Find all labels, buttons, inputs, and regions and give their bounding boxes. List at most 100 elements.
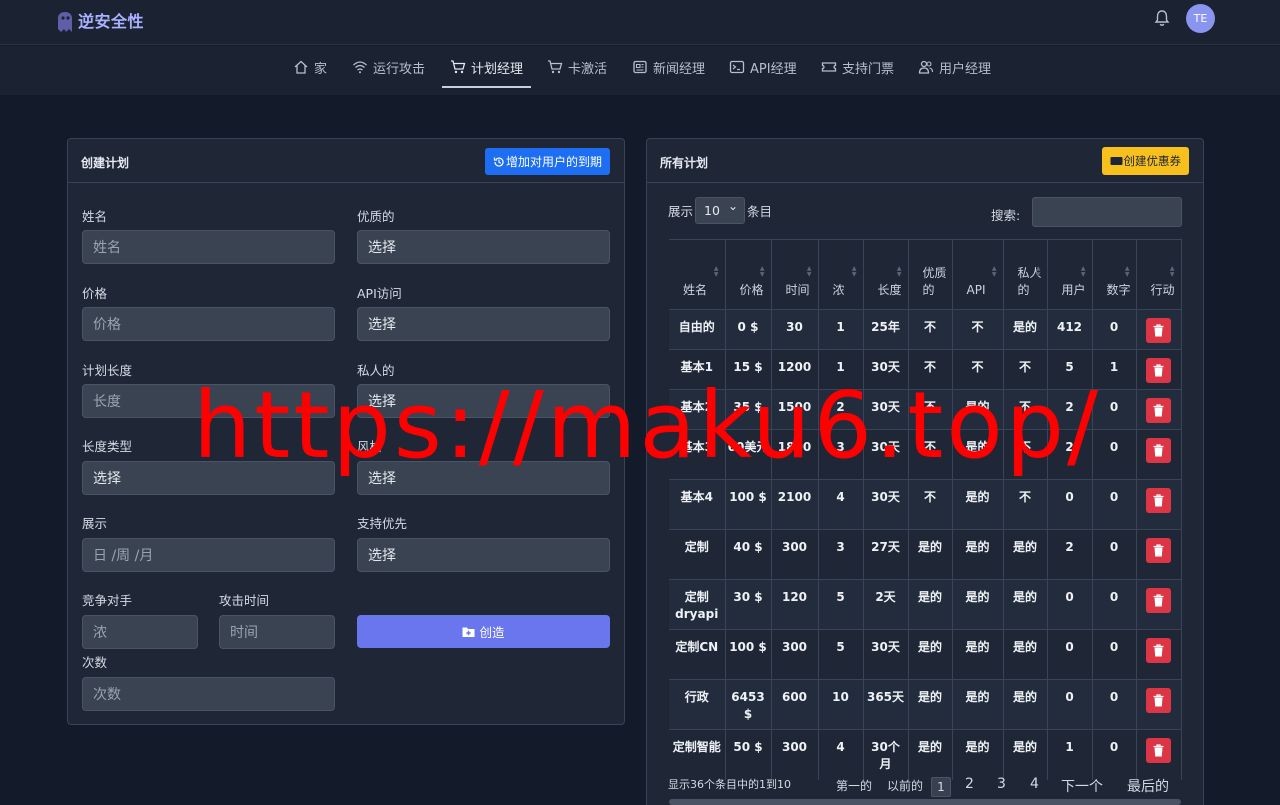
table-cell: 4: [818, 729, 864, 780]
name-input[interactable]: 姓名: [82, 230, 335, 264]
nav-item-label: 卡激活: [568, 61, 608, 77]
create-coupon-button[interactable]: 创建优惠券: [1101, 147, 1189, 175]
page-1-button[interactable]: 1: [931, 777, 951, 797]
column-header[interactable]: 数字 ▲ ▼: [1092, 239, 1137, 310]
table-cell: 50 $: [725, 729, 772, 780]
table-cell: 是的: [908, 729, 953, 780]
column-header[interactable]: 用户 ▲ ▼: [1047, 239, 1093, 310]
page-previous-button[interactable]: 以前的: [887, 777, 923, 794]
delete-plan-button[interactable]: [1146, 738, 1171, 763]
table-cell: 2: [818, 389, 864, 430]
column-header[interactable]: 行动 ▲ ▼: [1136, 239, 1182, 310]
nav-item-news-manager[interactable]: 新闻经理: [632, 46, 705, 88]
price-label: 价格: [82, 286, 108, 301]
horizontal-scrollbar[interactable]: [669, 799, 1181, 805]
delete-plan-button[interactable]: [1146, 688, 1171, 713]
delete-plan-button[interactable]: [1146, 318, 1171, 343]
plan-length-input[interactable]: 长度: [82, 384, 335, 418]
times-input[interactable]: 次数: [82, 677, 335, 711]
table-row: 基本1 15 $1200 1 30天不不不 5 1: [669, 349, 1182, 390]
table-cell: 是的: [952, 679, 1004, 730]
entries-length-select[interactable]: 10: [695, 197, 746, 224]
delete-plan-button[interactable]: [1146, 588, 1171, 613]
concurrent-label: 竞争对手: [82, 593, 133, 608]
style-label: 风格: [357, 439, 383, 454]
attack-time-input[interactable]: 时间: [219, 615, 335, 649]
table-cell: 0: [1047, 579, 1093, 630]
delete-plan-button[interactable]: [1146, 358, 1171, 383]
table-cell: 1: [818, 309, 864, 350]
table-cell: 1200: [771, 349, 819, 390]
premium-select[interactable]: 选择: [357, 230, 610, 264]
table-cell: 基本4: [669, 479, 726, 530]
private-select[interactable]: 选择: [357, 384, 610, 418]
brand[interactable]: 逆安全性: [56, 6, 144, 34]
table-cell: 300: [771, 729, 819, 780]
delete-plan-button[interactable]: [1146, 438, 1171, 463]
column-header[interactable]: 价格 ▲ ▼: [725, 239, 772, 310]
table-cell: 1500: [771, 389, 819, 430]
delete-plan-button[interactable]: [1146, 538, 1171, 563]
nav-item-user-manager[interactable]: 用户经理: [918, 46, 991, 88]
table-cell: 10: [818, 679, 864, 730]
column-header[interactable]: 优质的 ▲ ▼: [908, 239, 953, 310]
table-cell: 30个月: [863, 729, 909, 780]
bell-icon[interactable]: [1153, 9, 1171, 27]
delete-plan-button[interactable]: [1146, 398, 1171, 423]
table-cell: 定制dryapi: [669, 579, 726, 630]
page-3-button[interactable]: 3: [997, 776, 1006, 792]
newspaper-icon: [633, 60, 647, 74]
nav-item-card-activation[interactable]: 卡激活: [547, 46, 607, 88]
table-cell: 5: [818, 629, 864, 680]
nav-item-home[interactable]: 家: [293, 46, 327, 88]
price-input[interactable]: 价格: [82, 307, 335, 341]
table-cell: 1: [1047, 729, 1093, 780]
trash-icon: [1153, 364, 1164, 377]
show-input[interactable]: 日 /周 /月: [82, 538, 335, 572]
column-header[interactable]: 私人的 ▲ ▼: [1003, 239, 1048, 310]
concurrent-input[interactable]: 浓: [82, 615, 198, 649]
style-select[interactable]: 选择: [357, 461, 610, 495]
table-row: 基本4 100 $2100 4 30天不是的不 0 0: [669, 479, 1182, 530]
table-cell: 5: [818, 579, 864, 630]
create-button[interactable]: 创造: [357, 615, 610, 648]
page-last-button[interactable]: 最后的: [1127, 776, 1169, 796]
table-cell: 0: [1092, 429, 1137, 480]
column-header[interactable]: 姓名 ▲ ▼: [669, 239, 726, 310]
support-priority-select[interactable]: 选择: [357, 538, 610, 572]
column-header[interactable]: 长度 ▲ ▼: [863, 239, 909, 310]
column-header[interactable]: 浓 ▲ ▼: [818, 239, 864, 310]
table-cell: 100 $: [725, 629, 772, 680]
length-type-select[interactable]: 选择: [82, 461, 335, 495]
nav-item-label: 用户经理: [939, 61, 992, 77]
nav-item-api-manager[interactable]: API经理: [729, 46, 797, 88]
table-cell: 0 $: [725, 309, 772, 350]
column-header[interactable]: API ▲ ▼: [952, 239, 1004, 310]
search-input[interactable]: [1032, 197, 1182, 227]
table-cell: 不: [908, 429, 953, 480]
nav-item-plan-manager[interactable]: 计划经理: [441, 46, 532, 88]
table-cell: 0: [1092, 529, 1137, 580]
action-cell: [1136, 729, 1182, 780]
brand-name: 逆安全性: [78, 12, 145, 31]
nav-item-support-tickets[interactable]: 支持门票: [821, 46, 894, 88]
table-cell: 不: [1003, 429, 1048, 480]
table-cell: 是的: [952, 729, 1004, 780]
extend-expiry-button[interactable]: 增加对用户的到期: [484, 148, 610, 175]
api-access-select[interactable]: 选择: [357, 307, 610, 341]
delete-plan-button[interactable]: [1146, 638, 1171, 663]
table-cell: 2天: [863, 579, 909, 630]
avatar[interactable]: TE: [1186, 4, 1215, 33]
folder-plus-icon: [462, 627, 475, 637]
attack-time-label: 攻击时间: [219, 593, 270, 608]
page-2-button[interactable]: 2: [965, 776, 974, 792]
table-cell: 365天: [863, 679, 909, 730]
page-first-button[interactable]: 第一的: [836, 777, 872, 794]
page-4-button[interactable]: 4: [1030, 776, 1039, 792]
page-next-button[interactable]: 下一个: [1061, 776, 1103, 796]
table-cell: 是的: [908, 579, 953, 630]
table-cell: 1: [818, 349, 864, 390]
nav-item-run-attack[interactable]: 运行攻击: [352, 46, 425, 88]
column-header[interactable]: 时间 ▲ ▼: [771, 239, 819, 310]
delete-plan-button[interactable]: [1146, 488, 1171, 513]
